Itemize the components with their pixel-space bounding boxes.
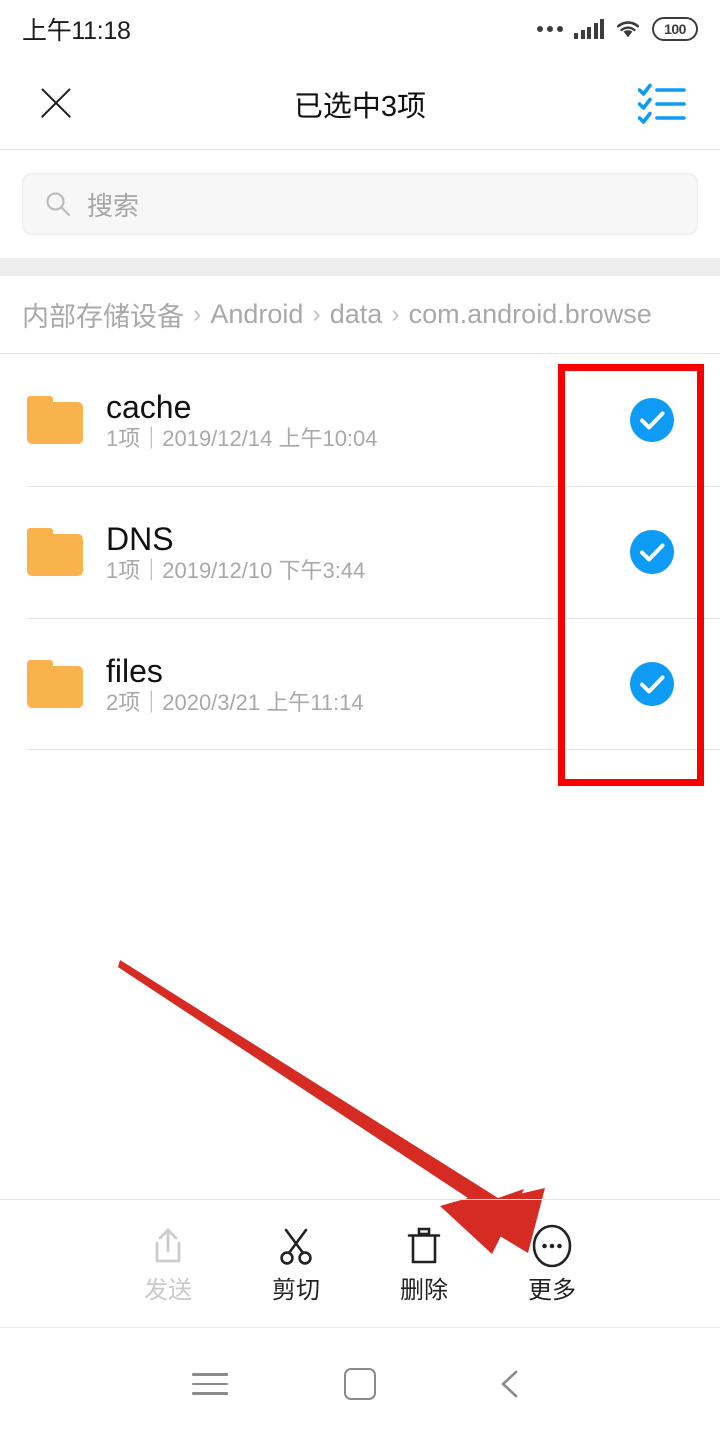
scissors-icon <box>274 1224 318 1268</box>
cut-button[interactable]: 剪切 <box>232 1224 360 1303</box>
file-meta: 1项｜2019/12/14 上午10:04 <box>106 425 378 451</box>
search-input[interactable]: 搜索 <box>22 173 698 235</box>
file-meta: 1项｜2019/12/10 下午3:44 <box>106 557 366 583</box>
status-bar: 上午11:18 100 <box>0 0 720 58</box>
breadcrumb-item-2[interactable]: data <box>330 299 383 330</box>
search-placeholder: 搜索 <box>87 190 140 221</box>
folder-icon <box>27 528 83 576</box>
share-icon <box>146 1224 190 1268</box>
row-checkbox[interactable] <box>630 530 674 574</box>
file-name: cache <box>106 388 192 425</box>
status-time: 上午11:18 <box>22 17 131 45</box>
check-icon <box>630 530 674 574</box>
back-icon[interactable] <box>435 1328 585 1440</box>
row-text: cache 1项｜2019/12/14 上午10:04 <box>106 391 378 450</box>
breadcrumb: 内部存储设备 › Android › data › com.android.br… <box>0 276 720 354</box>
trash-icon <box>402 1224 446 1268</box>
page-title: 已选中3项 <box>293 90 427 123</box>
table-row[interactable]: DNS 1项｜2019/12/10 下午3:44 <box>0 486 720 618</box>
chevron-right-icon: › <box>391 300 400 328</box>
status-icons: 100 <box>537 17 698 41</box>
close-icon[interactable] <box>34 82 78 126</box>
more-dots-icon <box>537 26 563 32</box>
send-label: 发送 <box>144 1277 192 1304</box>
row-text: files 2项｜2020/3/21 上午11:14 <box>106 655 364 714</box>
chevron-right-icon: › <box>312 300 321 328</box>
more-circle-icon <box>530 1224 574 1268</box>
search-bar-container: 搜索 <box>0 150 720 258</box>
more-button[interactable]: 更多 <box>488 1224 616 1303</box>
row-divider <box>27 618 720 619</box>
select-all-icon[interactable] <box>637 83 686 125</box>
breadcrumb-item-1[interactable]: Android <box>210 299 303 330</box>
menu-icon[interactable] <box>135 1328 285 1440</box>
home-icon[interactable] <box>285 1328 435 1440</box>
row-divider <box>27 749 720 750</box>
phone-screen: 上午11:18 100 已选中3项 搜索 内部存储设备 › Android › … <box>0 0 720 1440</box>
row-checkbox[interactable] <box>630 662 674 706</box>
signal-icon <box>574 19 604 39</box>
table-row[interactable]: files 2项｜2020/3/21 上午11:14 <box>0 618 720 750</box>
breadcrumb-item-0[interactable]: 内部存储设备 <box>22 295 184 334</box>
cut-label: 剪切 <box>272 1277 320 1304</box>
row-checkbox[interactable] <box>630 398 674 442</box>
delete-label: 删除 <box>400 1277 448 1304</box>
check-icon <box>630 398 674 442</box>
search-icon <box>45 191 71 217</box>
action-toolbar: 发送 剪切 删除 更多 <box>0 1199 720 1327</box>
wifi-icon <box>615 19 641 39</box>
chevron-right-icon: › <box>193 300 202 328</box>
file-list: cache 1项｜2019/12/14 上午10:04 DNS 1项｜2019/… <box>0 354 720 750</box>
file-name: DNS <box>106 520 174 557</box>
more-label: 更多 <box>528 1277 576 1304</box>
delete-button[interactable]: 删除 <box>360 1224 488 1303</box>
battery-level: 100 <box>664 21 686 37</box>
send-button[interactable]: 发送 <box>104 1224 232 1303</box>
android-nav-bar <box>0 1327 720 1440</box>
battery-icon: 100 <box>652 17 698 41</box>
file-meta: 2项｜2020/3/21 上午11:14 <box>106 689 364 715</box>
folder-icon <box>27 396 83 444</box>
folder-icon <box>27 660 83 708</box>
table-row[interactable]: cache 1项｜2019/12/14 上午10:04 <box>0 354 720 486</box>
row-text: DNS 1项｜2019/12/10 下午3:44 <box>106 523 365 582</box>
file-name: files <box>106 652 163 689</box>
row-divider <box>27 486 720 487</box>
title-bar: 已选中3项 <box>0 58 720 150</box>
section-divider <box>0 258 720 276</box>
breadcrumb-item-3[interactable]: com.android.browse <box>409 299 652 330</box>
check-icon <box>630 662 674 706</box>
